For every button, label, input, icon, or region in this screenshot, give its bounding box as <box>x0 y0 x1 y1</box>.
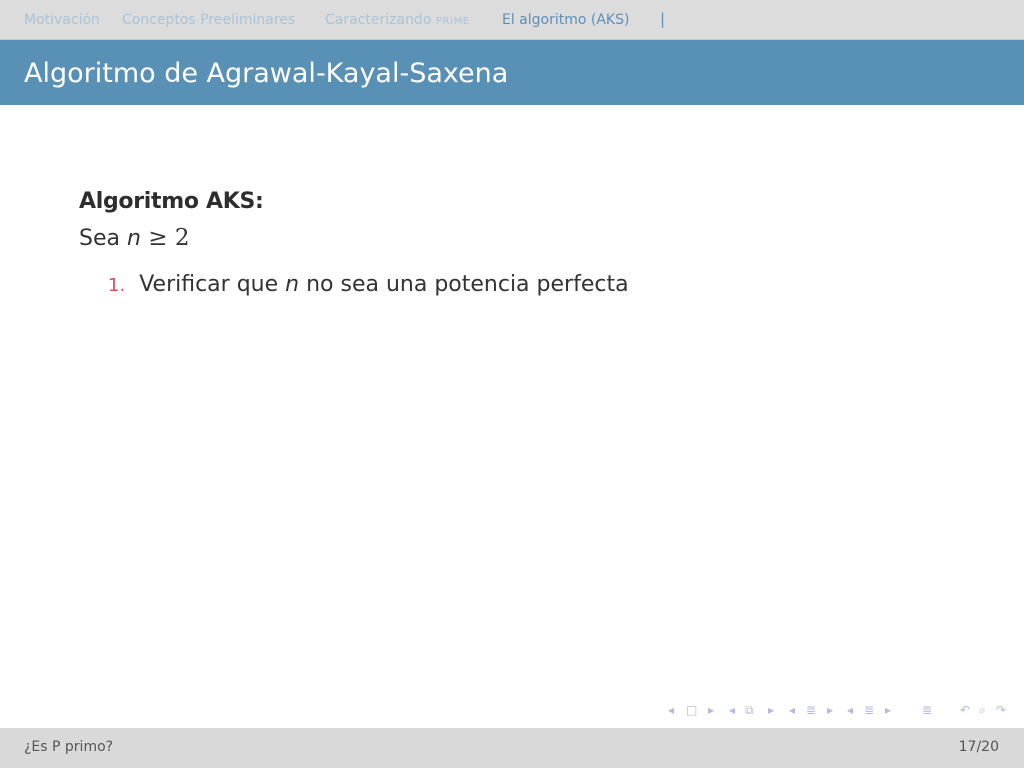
footer-title: ¿Es P primo? <box>24 739 114 755</box>
frame-title-bar: Algoritmo de Agrawal-Kayal-Saxena <box>0 40 1024 105</box>
nav-section-conceptos[interactable]: Conceptos Preeliminares <box>122 11 295 29</box>
subsection-prev-icon[interactable]: ◂ <box>789 703 795 721</box>
intro-line: Sea n ≥ 2 <box>79 225 189 251</box>
block-title: Algoritmo AKS: <box>79 189 264 214</box>
nav-separator: | <box>660 10 666 28</box>
search-icon[interactable]: ⌕ <box>979 703 986 721</box>
list-item-text-after: no sea una potencia perfecta <box>299 272 629 297</box>
section-next-icon[interactable]: ▸ <box>885 703 891 721</box>
frame-next-icon[interactable]: ▸ <box>708 703 714 721</box>
frame-prev-icon[interactable]: ◂ <box>668 703 674 721</box>
intro-relation: ≥ 2 <box>140 225 190 251</box>
nav-section-motivacion[interactable]: Motivación <box>24 11 100 29</box>
frame-icon[interactable]: □ <box>686 703 697 721</box>
section-icon[interactable]: ≣ <box>864 703 874 721</box>
page-number: 17/20 <box>958 739 999 755</box>
slide-icon[interactable]: ⧉ <box>745 703 754 721</box>
section-navigation: Motivación Conceptos Preeliminares Carac… <box>0 0 1024 40</box>
section-prev-icon[interactable]: ◂ <box>847 703 853 721</box>
nav-section-caracterizando-label: Caracterizando <box>325 12 436 28</box>
redo-icon[interactable]: ↷ <box>996 703 1006 721</box>
variable-n: n <box>285 272 300 297</box>
nav-section-algoritmo[interactable]: El algoritmo (AKS) <box>502 11 629 29</box>
intro-prefix: Sea <box>79 226 127 251</box>
slide-next-icon[interactable]: ▸ <box>768 703 774 721</box>
nav-section-caracterizando[interactable]: Caracterizando PRIME <box>325 11 470 31</box>
footer-bar: ¿Es P primo? 17/20 <box>0 728 1024 768</box>
list-item-number: 1. <box>108 275 126 296</box>
list-item-text-before: Verificar que <box>139 272 286 297</box>
list-item: 1. Verificar que n no sea una potencia pe… <box>108 272 629 297</box>
document-icon[interactable]: ≣ <box>922 703 932 721</box>
undo-icon[interactable]: ↶ <box>960 703 970 721</box>
slide-prev-icon[interactable]: ◂ <box>729 703 735 721</box>
prime-smallcaps: PRIME <box>435 16 470 27</box>
subsection-next-icon[interactable]: ▸ <box>827 703 833 721</box>
subsection-icon[interactable]: ≣ <box>806 703 816 721</box>
variable-n: n <box>126 226 141 251</box>
frame-title: Algoritmo de Agrawal-Kayal-Saxena <box>24 58 509 89</box>
